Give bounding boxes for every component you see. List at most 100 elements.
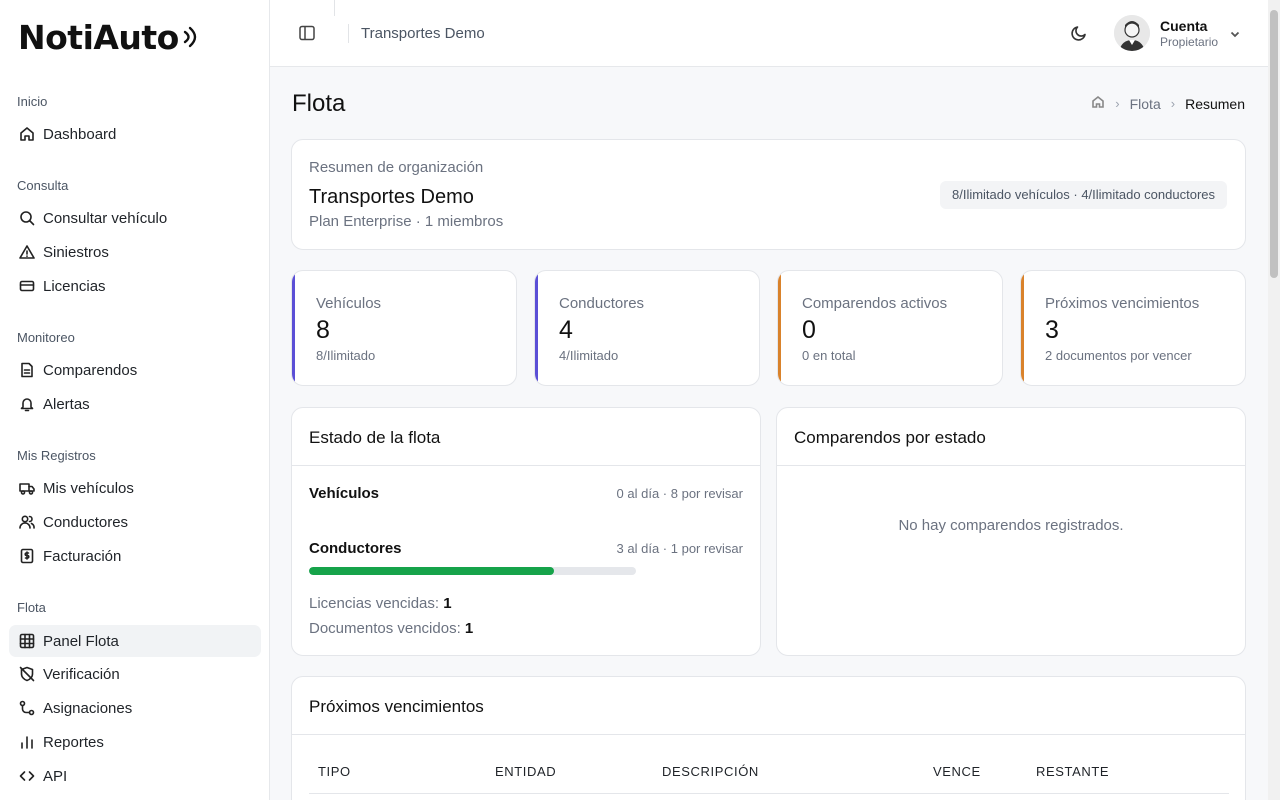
shield-off-icon bbox=[18, 666, 35, 683]
users-icon bbox=[18, 514, 35, 531]
sidebar-item-consultar-vehiculo[interactable]: Consultar vehículo bbox=[9, 202, 261, 234]
moon-icon bbox=[1071, 26, 1086, 41]
sidebar-item-asignaciones[interactable]: Asignaciones bbox=[9, 692, 261, 724]
expired-licenses-label: Licencias vencidas: bbox=[309, 595, 440, 612]
sidebar-item-label: Conductores bbox=[43, 513, 129, 531]
drivers-progress-bar bbox=[309, 567, 636, 575]
home-icon bbox=[18, 126, 35, 143]
chevron-right-icon: › bbox=[1170, 96, 1176, 111]
sidebar-item-label: Siniestros bbox=[43, 243, 109, 261]
stat-sub: 2 documentos por vencer bbox=[1045, 348, 1192, 363]
sidebar-item-comparendos[interactable]: Comparendos bbox=[9, 354, 261, 386]
stat-card-conductores[interactable]: Conductores 4 4/Ilimitado bbox=[534, 270, 760, 386]
stat-card-comparendos-activos[interactable]: Comparendos activos 0 0 en total bbox=[777, 270, 1003, 386]
sidebar-item-mis-vehiculos[interactable]: Mis vehículos bbox=[9, 472, 261, 504]
nav-section-inicio: Inicio bbox=[17, 94, 48, 109]
sidebar-item-alertas[interactable]: Alertas bbox=[9, 388, 261, 420]
stat-value: 0 bbox=[802, 316, 816, 344]
stat-value: 4 bbox=[559, 316, 573, 344]
sidebar-item-verificacion[interactable]: Verificación bbox=[9, 658, 261, 690]
user-avatar-icon bbox=[1114, 15, 1150, 51]
stat-card-proximos-vencimientos[interactable]: Próximos vencimientos 3 2 documentos por… bbox=[1020, 270, 1246, 386]
scrollbar-thumb[interactable] bbox=[1270, 10, 1278, 278]
sidebar-item-dashboard[interactable]: Dashboard bbox=[9, 118, 261, 150]
divider bbox=[348, 24, 349, 43]
stat-accent-bar bbox=[535, 271, 538, 385]
column-header-descripcion[interactable]: DESCRIPCIÓN bbox=[662, 764, 759, 779]
chevron-right-icon: › bbox=[1115, 96, 1120, 111]
sidebar-item-panel-flota[interactable]: Panel Flota bbox=[9, 625, 261, 657]
stat-label: Vehículos bbox=[316, 295, 382, 312]
sidebar-item-conductores[interactable]: Conductores bbox=[9, 506, 261, 538]
stat-label: Próximos vencimientos bbox=[1045, 295, 1200, 312]
expired-docs: Documentos vencidos: 1 bbox=[309, 620, 473, 637]
sidebar-toggle-button[interactable] bbox=[298, 24, 316, 42]
stat-accent-bar bbox=[778, 271, 781, 385]
code-icon bbox=[18, 768, 35, 785]
column-header-entidad[interactable]: ENTIDAD bbox=[495, 764, 556, 779]
top-bar: Transportes Demo Cuenta Propietario bbox=[270, 0, 1280, 67]
sidebar-item-label: Comparendos bbox=[43, 361, 138, 379]
expired-docs-count: 1 bbox=[464, 620, 474, 637]
logo-text: NotiAuto bbox=[18, 17, 179, 57]
fleet-drivers-label: Conductores bbox=[309, 540, 402, 557]
sidebar-item-label: API bbox=[43, 767, 68, 785]
warning-icon bbox=[18, 244, 35, 261]
divider bbox=[334, 0, 335, 16]
stat-sub: 0 en total bbox=[802, 348, 856, 363]
bell-icon bbox=[18, 396, 35, 413]
upcoming-due-card: Próximos vencimientos TIPO ENTIDAD DESCR… bbox=[291, 676, 1246, 800]
empty-state: No hay comparendos registrados. bbox=[898, 517, 1124, 534]
expired-licenses-count: 1 bbox=[443, 595, 452, 612]
breadcrumb-current: Resumen bbox=[1185, 95, 1245, 112]
panel-title: Comparendos por estado bbox=[794, 428, 986, 447]
sidebar-item-reportes[interactable]: Reportes bbox=[9, 726, 261, 758]
route-icon bbox=[18, 700, 35, 717]
sidebar-item-label: Panel Flota bbox=[43, 632, 119, 650]
sidebar-item-label: Alertas bbox=[43, 395, 90, 413]
sidebar-item-label: Facturación bbox=[43, 547, 122, 565]
column-header-tipo[interactable]: TIPO bbox=[318, 764, 351, 779]
account-menu-button[interactable] bbox=[1229, 27, 1243, 41]
nav-section-monitoreo: Monitoreo bbox=[17, 330, 75, 345]
stat-sub: 4/Ilimitado bbox=[559, 348, 619, 363]
stat-card-vehiculos[interactable]: Vehículos 8 8/Ilimitado bbox=[291, 270, 517, 386]
avatar[interactable] bbox=[1114, 15, 1150, 51]
panel-title: Próximos vencimientos bbox=[309, 697, 484, 716]
sidebar-item-facturacion[interactable]: Facturación bbox=[9, 540, 261, 572]
sidebar-item-api[interactable]: API bbox=[9, 760, 261, 792]
expired-licenses: Licencias vencidas: 1 bbox=[309, 595, 452, 612]
bar-chart-icon bbox=[18, 734, 35, 751]
divider bbox=[292, 734, 1245, 735]
org-summary-label: Resumen de organización bbox=[309, 159, 484, 176]
sidebar-item-label: Consultar vehículo bbox=[43, 209, 168, 227]
column-header-vence[interactable]: VENCE bbox=[933, 764, 981, 779]
sidebar-item-siniestros[interactable]: Siniestros bbox=[9, 236, 261, 268]
receipt-icon bbox=[18, 548, 35, 565]
account-name[interactable]: Cuenta bbox=[1160, 18, 1207, 34]
page-title: Flota bbox=[292, 90, 346, 117]
home-icon[interactable] bbox=[1091, 95, 1105, 112]
scrollbar[interactable] bbox=[1268, 0, 1280, 800]
grid-icon bbox=[18, 633, 35, 650]
logo[interactable]: NotiAuto bbox=[18, 14, 201, 60]
fleet-vehicles-meta: 0 al día · 8 por revisar bbox=[616, 486, 743, 501]
fleet-drivers-meta: 3 al día · 1 por revisar bbox=[616, 541, 743, 556]
truck-icon bbox=[18, 480, 35, 497]
breadcrumb: › Flota › Resumen bbox=[1091, 95, 1245, 112]
sidebar-item-label: Verificación bbox=[43, 665, 120, 683]
divider bbox=[777, 465, 1245, 466]
sidebar-item-licencias[interactable]: Licencias bbox=[9, 270, 261, 302]
stat-label: Comparendos activos bbox=[802, 295, 948, 312]
sidebar-item-label: Mis vehículos bbox=[43, 479, 134, 497]
sidebar-item-label: Licencias bbox=[43, 277, 106, 295]
sidebar-item-label: Asignaciones bbox=[43, 699, 133, 717]
theme-toggle-button[interactable] bbox=[1070, 24, 1090, 44]
nav-section-consulta: Consulta bbox=[17, 178, 69, 193]
stat-label: Conductores bbox=[559, 295, 645, 312]
org-summary-card: Resumen de organización Transportes Demo… bbox=[291, 139, 1246, 250]
fleet-status-card: Estado de la flota Vehículos 0 al día · … bbox=[291, 407, 761, 656]
stat-value: 3 bbox=[1045, 316, 1059, 344]
column-header-restante[interactable]: RESTANTE bbox=[1036, 764, 1109, 779]
breadcrumb-link[interactable]: Flota bbox=[1130, 96, 1161, 112]
